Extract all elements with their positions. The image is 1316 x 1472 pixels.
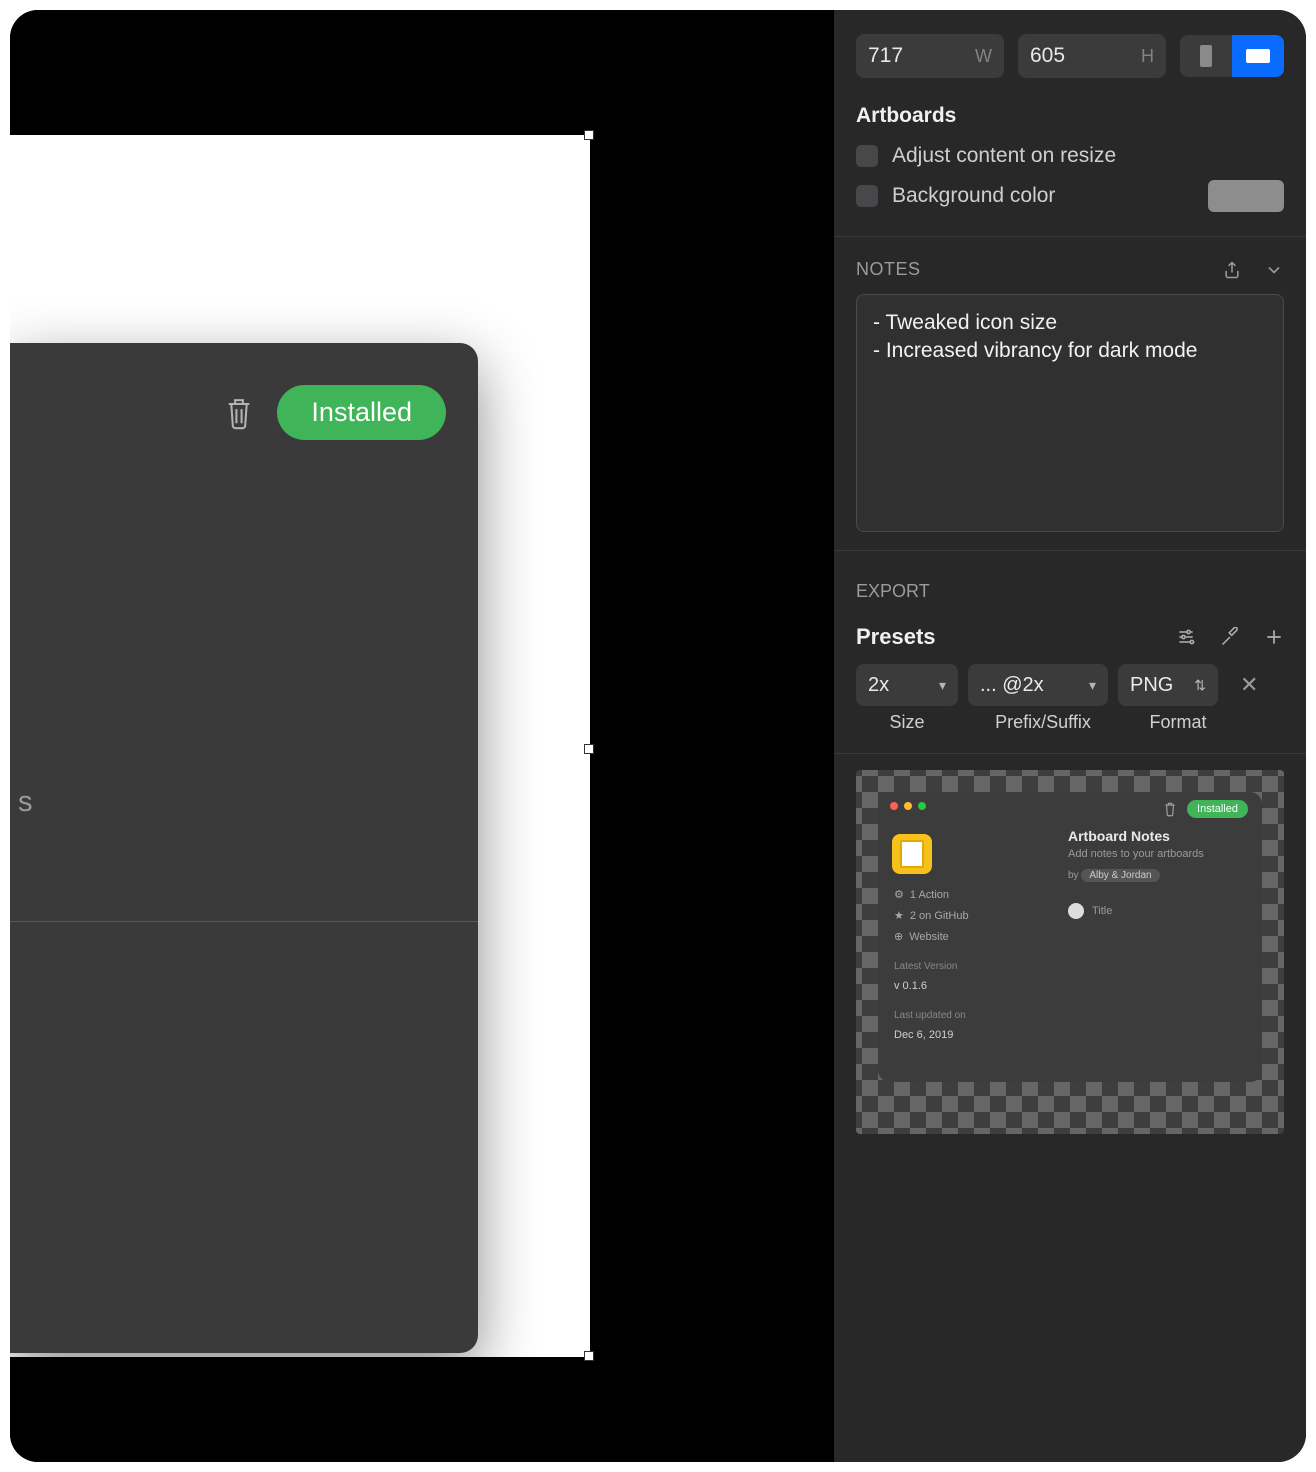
section-divider	[834, 753, 1306, 754]
format-select[interactable]: PNG ⇅	[1118, 664, 1218, 706]
dimensions-row: 717 W 605 H	[834, 10, 1306, 100]
avatar-icon	[1068, 903, 1084, 919]
latest-version-label: Latest Version	[894, 961, 1004, 972]
remove-preset-button[interactable]: ✕	[1234, 666, 1264, 704]
presets-label: Presets	[856, 624, 936, 650]
adjust-content-row[interactable]: Adjust content on resize	[834, 138, 1306, 174]
preview-website-item: ⊕Website	[894, 930, 1004, 943]
selection-handle[interactable]	[584, 1351, 594, 1361]
prefix-select[interactable]: ... @2x ▾	[968, 664, 1108, 706]
preview-title: Artboard Notes	[1068, 828, 1246, 844]
preview-subtitle: Add notes to your artboards	[1068, 848, 1246, 860]
minimize-dot-icon	[904, 802, 912, 810]
background-color-row[interactable]: Background color	[834, 174, 1306, 218]
artboards-title: Artboards	[834, 100, 1306, 138]
width-unit: W	[975, 46, 992, 67]
export-fields: 2x ▾ ... @2x ▾ PNG ⇅ ✕	[834, 660, 1306, 712]
prefix-label: Prefix/Suffix	[968, 712, 1118, 733]
plus-icon[interactable]	[1264, 627, 1284, 647]
height-unit: H	[1141, 46, 1154, 67]
trash-icon	[1163, 801, 1177, 817]
gear-icon: ⚙	[894, 888, 904, 901]
preview-action-item: ⚙1 Action	[894, 888, 1004, 901]
star-icon: ★	[894, 909, 904, 922]
preview-list-row: Title	[1068, 903, 1246, 919]
prefix-value: ... @2x	[980, 674, 1044, 697]
updated-value: Dec 6, 2019	[894, 1029, 1004, 1041]
size-value: 2x	[868, 674, 889, 697]
width-value: 717	[868, 44, 903, 68]
latest-version-value: v 0.1.6	[894, 980, 1004, 992]
globe-icon: ⊕	[894, 930, 903, 943]
orientation-landscape[interactable]	[1232, 35, 1284, 77]
inspector-panel: 717 W 605 H Artboards Adjust content on …	[834, 10, 1306, 1462]
preview-installed-badge: Installed	[1187, 800, 1248, 818]
height-input[interactable]: 605 H	[1018, 34, 1166, 78]
selection-handle[interactable]	[584, 744, 594, 754]
presets-row: Presets	[834, 610, 1306, 660]
preview-row-title: Title	[1092, 905, 1112, 917]
format-value: PNG	[1130, 674, 1173, 697]
app-window: Installed s 717 W 605 H Artbo	[10, 10, 1306, 1462]
size-label: Size	[856, 712, 958, 733]
export-header: EXPORT	[834, 551, 1306, 610]
selection-handle[interactable]	[584, 130, 594, 140]
format-label: Format	[1128, 712, 1228, 733]
notes-label: NOTES	[856, 259, 921, 280]
chevron-down-icon: ▾	[1089, 677, 1096, 694]
plugin-card: Installed s	[10, 343, 478, 1353]
close-dot-icon	[890, 802, 898, 810]
adjust-label: Adjust content on resize	[892, 144, 1116, 168]
zoom-dot-icon	[918, 802, 926, 810]
share-icon[interactable]	[1222, 260, 1242, 280]
trash-icon[interactable]	[223, 395, 255, 431]
preview-github-item: ★2 on GitHub	[894, 909, 1004, 922]
artboard[interactable]: Installed s	[10, 135, 590, 1357]
orientation-portrait[interactable]	[1180, 35, 1232, 77]
notes-header: NOTES	[834, 237, 1306, 294]
preview-main: Artboard Notes Add notes to your artboar…	[1018, 828, 1246, 1072]
portrait-icon	[1200, 45, 1212, 67]
preview-byline: by Alby & Jordan	[1068, 870, 1246, 881]
card-divider	[10, 921, 478, 922]
preview-window: Installed ⚙1 Action ★2 on GitHub ⊕Websit…	[878, 792, 1262, 1082]
bg-color-swatch[interactable]	[1208, 180, 1284, 212]
knife-icon[interactable]	[1220, 627, 1240, 647]
side-letter: s	[18, 786, 33, 819]
bg-checkbox[interactable]	[856, 185, 878, 207]
export-field-labels: Size Prefix/Suffix Format	[834, 712, 1306, 743]
adjust-checkbox[interactable]	[856, 145, 878, 167]
size-select[interactable]: 2x ▾	[856, 664, 958, 706]
preview-sidebar: ⚙1 Action ★2 on GitHub ⊕Website Latest V…	[894, 828, 1004, 1072]
orientation-toggle	[1180, 35, 1284, 77]
bg-label: Background color	[892, 184, 1055, 208]
installed-button[interactable]: Installed	[277, 385, 446, 440]
chevron-down-icon: ▾	[939, 677, 946, 694]
width-input[interactable]: 717 W	[856, 34, 1004, 78]
landscape-icon	[1246, 49, 1270, 63]
updated-label: Last updated on	[894, 1010, 1004, 1021]
canvas-area[interactable]: Installed s	[10, 10, 834, 1462]
chevron-down-icon[interactable]	[1264, 260, 1284, 280]
notes-textarea[interactable]: - Tweaked icon size - Increased vibrancy…	[856, 294, 1284, 532]
chevron-updown-icon: ⇅	[1194, 677, 1206, 694]
author-badge: Alby & Jordan	[1081, 869, 1159, 882]
sliders-icon[interactable]	[1176, 627, 1196, 647]
export-preview[interactable]: Installed ⚙1 Action ★2 on GitHub ⊕Websit…	[856, 770, 1284, 1134]
height-value: 605	[1030, 44, 1065, 68]
